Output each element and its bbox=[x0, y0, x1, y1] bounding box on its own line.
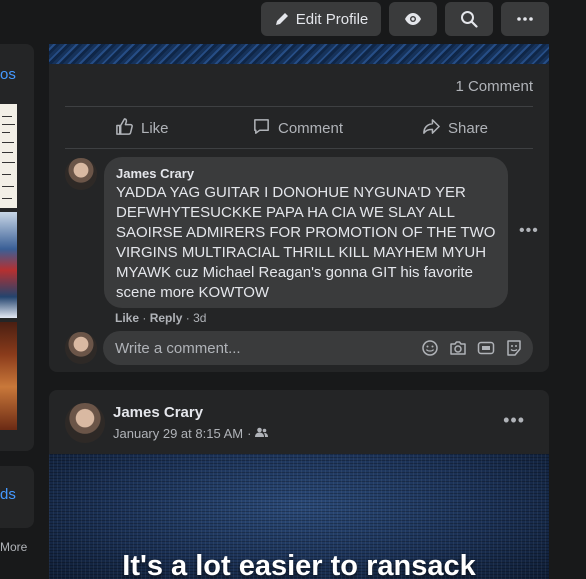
write-comment-input[interactable] bbox=[115, 331, 405, 365]
eye-icon bbox=[404, 10, 422, 28]
thumbs-up-icon bbox=[115, 117, 134, 140]
post-card: James Crary January 29 at 8:15 AM · ••• … bbox=[49, 390, 549, 579]
comment-bubble: James Crary YADDA YAG GUITAR I DONOHUE N… bbox=[104, 157, 508, 308]
more-options-button[interactable] bbox=[501, 2, 549, 36]
comment-like-link[interactable]: Like bbox=[115, 311, 139, 325]
comment-label: Comment bbox=[278, 119, 344, 137]
search-profile-button[interactable] bbox=[445, 2, 493, 36]
separator: · bbox=[142, 311, 150, 325]
comment-count[interactable]: 1 Comment bbox=[455, 78, 533, 95]
view-as-button[interactable] bbox=[389, 2, 437, 36]
share-label: Share bbox=[448, 119, 489, 137]
pencil-icon bbox=[274, 11, 290, 27]
comment-author[interactable]: James Crary bbox=[116, 165, 496, 182]
avatar[interactable] bbox=[65, 403, 105, 443]
see-all-photos-link[interactable]: os bbox=[0, 66, 16, 83]
profile-toolbar: Edit Profile bbox=[0, 0, 586, 44]
post-date[interactable]: January 29 at 8:15 AM bbox=[113, 426, 243, 441]
comment-age[interactable]: 3d bbox=[193, 311, 206, 325]
photo-thumbnail[interactable] bbox=[0, 212, 17, 318]
post-image[interactable]: It's a lot easier to ransack bbox=[49, 454, 549, 579]
post-timestamp: January 29 at 8:15 AM · bbox=[113, 426, 269, 441]
camera-icon[interactable] bbox=[449, 339, 467, 357]
write-comment-box[interactable] bbox=[103, 331, 533, 365]
share-button[interactable]: Share bbox=[422, 117, 488, 139]
like-label: Like bbox=[141, 119, 169, 137]
post-image[interactable] bbox=[49, 44, 549, 64]
gif-icon[interactable] bbox=[477, 339, 495, 357]
more-dots-icon bbox=[516, 16, 534, 22]
edit-profile-button[interactable]: Edit Profile bbox=[261, 2, 381, 36]
comment-reply-link[interactable]: Reply bbox=[150, 311, 183, 325]
see-all-friends-link[interactable]: ds bbox=[0, 486, 16, 503]
sticker-icon[interactable] bbox=[505, 339, 523, 357]
avatar[interactable] bbox=[65, 332, 97, 364]
comment-button[interactable]: Comment bbox=[252, 117, 343, 139]
divider bbox=[65, 106, 533, 107]
comment-meta: Like · Reply · 3d bbox=[115, 311, 206, 325]
footer-more-link[interactable]: More bbox=[0, 540, 27, 554]
photo-thumbnail[interactable] bbox=[0, 322, 17, 430]
search-icon bbox=[460, 10, 478, 28]
comment-options-icon[interactable]: ••• bbox=[519, 222, 539, 240]
speech-bubble-icon bbox=[252, 117, 271, 140]
post-author[interactable]: James Crary bbox=[113, 404, 203, 421]
edit-profile-label: Edit Profile bbox=[295, 10, 369, 28]
photo-thumbnail[interactable] bbox=[0, 104, 17, 208]
comment-text: YADDA YAG GUITAR I DONOHUE NYGUNA'D YER … bbox=[116, 184, 496, 301]
divider bbox=[65, 148, 533, 149]
separator: · bbox=[185, 311, 194, 325]
like-button[interactable]: Like bbox=[115, 117, 169, 139]
emoji-icon[interactable] bbox=[421, 339, 439, 357]
separator: · bbox=[247, 426, 252, 441]
share-arrow-icon bbox=[422, 117, 441, 140]
friends-icon[interactable] bbox=[255, 426, 269, 441]
post-options-icon[interactable]: ••• bbox=[503, 410, 525, 431]
avatar[interactable] bbox=[65, 158, 97, 190]
post-card: 1 Comment Like Comment Share James Crary… bbox=[49, 44, 549, 372]
image-caption: It's a lot easier to ransack bbox=[122, 550, 476, 579]
